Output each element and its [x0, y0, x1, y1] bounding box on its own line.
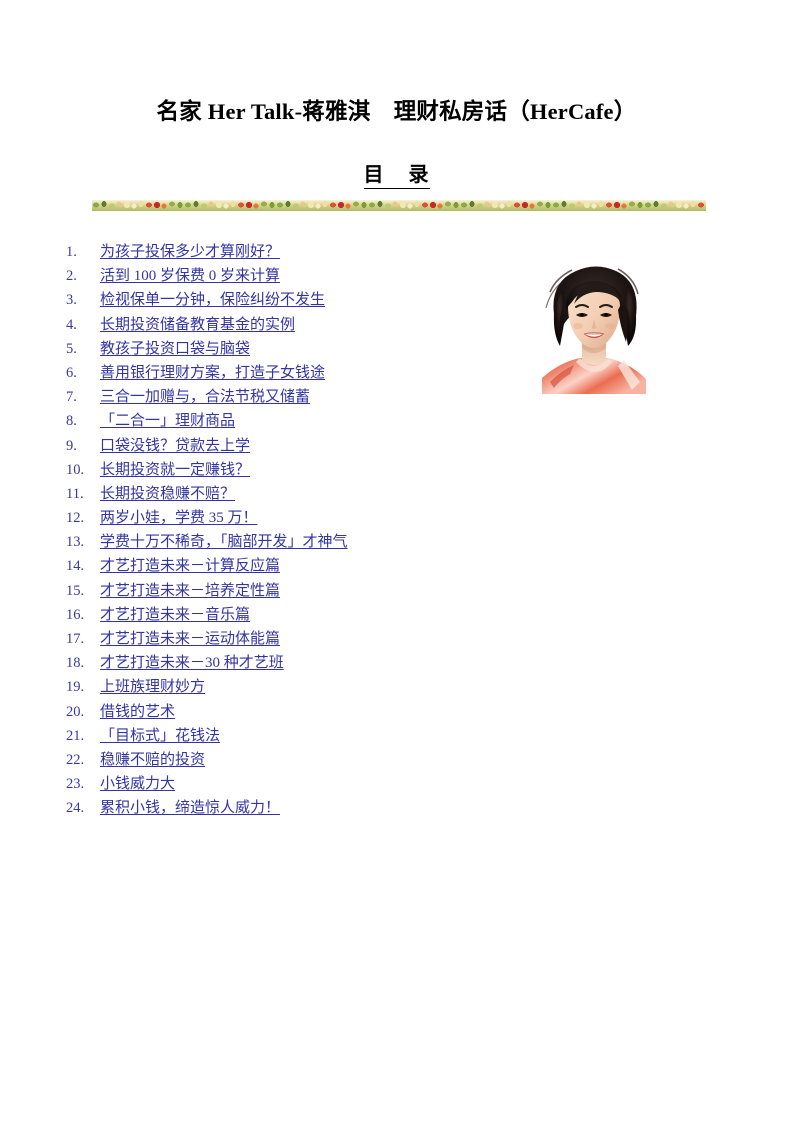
toc-link[interactable]: 善用银行理财方案，打造子女钱途 — [100, 361, 325, 385]
list-item: 13. 学费十万不稀奇，「脑部开发」才神气 — [66, 530, 726, 554]
list-item: 18. 才艺打造未来－30 种才艺班 — [66, 651, 726, 675]
toc-link[interactable]: 口袋没钱？贷款去上学 — [100, 434, 250, 458]
list-item-number: 8. — [66, 413, 77, 430]
toc-heading-container: 目 录 — [0, 158, 793, 189]
toc-link[interactable]: 累积小钱，缔造惊人威力！ — [100, 796, 280, 820]
list-item: 6. 善用银行理财方案，打造子女钱途 — [66, 361, 726, 385]
floral-confetti-divider-icon — [92, 200, 706, 211]
list-item-number: 23. — [66, 776, 85, 793]
list-item-number: 11. — [66, 485, 84, 502]
list-item: 8. 「二合一」理财商品 — [66, 409, 726, 433]
list-item-number: 5. — [66, 340, 77, 357]
list-item: 19. 上班族理财妙方 — [66, 675, 726, 699]
table-of-contents: 1. 为孩子投保多少才算刚好？ 2. 活到 100 岁保费 0 岁来计算 3. 检视保… — [66, 240, 726, 821]
toc-link[interactable]: 长期投资就一定赚钱？ — [100, 458, 250, 482]
toc-link[interactable]: 才艺打造未来－培养定性篇 — [100, 579, 280, 603]
toc-link[interactable]: 稳赚不赔的投资 — [100, 748, 205, 772]
page-title: 名家 Her Talk-蒋雅淇 理财私房话（HerCafe） — [156, 99, 637, 124]
document-page: 名家 Her Talk-蒋雅淇 理财私房话（HerCafe） 目 录 1. 为孩… — [0, 0, 793, 1122]
list-item: 24. 累积小钱，缔造惊人威力！ — [66, 796, 726, 820]
list-item: 1. 为孩子投保多少才算刚好？ — [66, 240, 726, 264]
list-item-number: 19. — [66, 679, 85, 696]
list-item-number: 1. — [66, 244, 77, 260]
toc-heading: 目 录 — [363, 158, 430, 189]
list-item: 9. 口袋没钱？贷款去上学 — [66, 434, 726, 458]
toc-link[interactable]: 两岁小娃，学费 35 万！ — [100, 506, 258, 530]
list-item-number: 14. — [66, 558, 85, 575]
list-item: 14. 才艺打造未来－计算反应篇 — [66, 554, 726, 578]
toc-link[interactable]: 才艺打造未来－音乐篇 — [100, 603, 250, 627]
toc-link[interactable]: 教孩子投资口袋与脑袋 — [100, 337, 250, 361]
list-item-number: 9. — [66, 437, 77, 454]
toc-link[interactable]: 上班族理财妙方 — [100, 675, 205, 699]
list-item-number: 17. — [66, 631, 85, 647]
list-item: 7. 三合一加赠与，合法节税又储蓄 — [66, 385, 726, 409]
list-item-number: 16. — [66, 606, 85, 623]
toc-link[interactable]: 检视保单一分钟，保险纠纷不发生 — [100, 288, 325, 312]
toc-link[interactable]: 活到 100 岁保费 0 岁来计算 — [100, 264, 280, 288]
list-item: 5. 教孩子投资口袋与脑袋 — [66, 337, 726, 361]
toc-link[interactable]: 才艺打造未来－运动体能篇 — [100, 627, 280, 651]
list-item: 10. 长期投资就一定赚钱？ — [66, 458, 726, 482]
list-item: 12. 两岁小娃，学费 35 万！ — [66, 506, 726, 530]
list-item: 4. 长期投资储备教育基金的实例 — [66, 313, 726, 337]
toc-link[interactable]: 三合一加赠与，合法节税又储蓄 — [100, 385, 310, 409]
list-item-number: 6. — [66, 364, 77, 381]
list-item: 11. 长期投资稳赚不赔？ — [66, 482, 726, 506]
list-item-number: 13. — [66, 534, 85, 551]
list-item-number: 15. — [66, 582, 85, 599]
list-item: 2. 活到 100 岁保费 0 岁来计算 — [66, 264, 726, 288]
toc-link[interactable]: 「二合一」理财商品 — [100, 409, 235, 433]
list-item-number: 3. — [66, 292, 77, 309]
toc-link[interactable]: 长期投资稳赚不赔？ — [100, 482, 235, 506]
list-item-number: 7. — [66, 389, 77, 406]
list-item: 20. 借钱的艺术 — [66, 700, 726, 724]
list-item: 22. 稳赚不赔的投资 — [66, 748, 726, 772]
list-item-number: 10. — [66, 461, 85, 478]
toc-link[interactable]: 「目标式」花钱法 — [100, 724, 220, 748]
list-item: 3. 检视保单一分钟，保险纠纷不发生 — [66, 288, 726, 312]
list-item-number: 2. — [66, 268, 77, 285]
toc-link[interactable]: 长期投资储备教育基金的实例 — [100, 313, 295, 337]
list-item-number: 18. — [66, 655, 85, 672]
list-item: 15. 才艺打造未来－培养定性篇 — [66, 579, 726, 603]
toc-link[interactable]: 小钱威力大 — [100, 772, 175, 796]
list-item-number: 21. — [66, 727, 85, 744]
list-item: 17. 才艺打造未来－运动体能篇 — [66, 627, 726, 651]
toc-link[interactable]: 为孩子投保多少才算刚好？ — [100, 240, 280, 264]
toc-link[interactable]: 才艺打造未来－30 种才艺班 — [100, 651, 284, 675]
list-item: 21. 「目标式」花钱法 — [66, 724, 726, 748]
list-item: 16. 才艺打造未来－音乐篇 — [66, 603, 726, 627]
list-item-number: 4. — [66, 316, 77, 333]
list-item-number: 24. — [66, 800, 85, 817]
list-item-number: 22. — [66, 751, 85, 768]
toc-link[interactable]: 学费十万不稀奇，「脑部开发」才神气 — [100, 530, 348, 554]
list-item-number: 20. — [66, 703, 85, 720]
list-item: 23. 小钱威力大 — [66, 772, 726, 796]
toc-link[interactable]: 才艺打造未来－计算反应篇 — [100, 554, 280, 578]
list-item-number: 12. — [66, 510, 85, 527]
toc-link[interactable]: 借钱的艺术 — [100, 700, 175, 724]
